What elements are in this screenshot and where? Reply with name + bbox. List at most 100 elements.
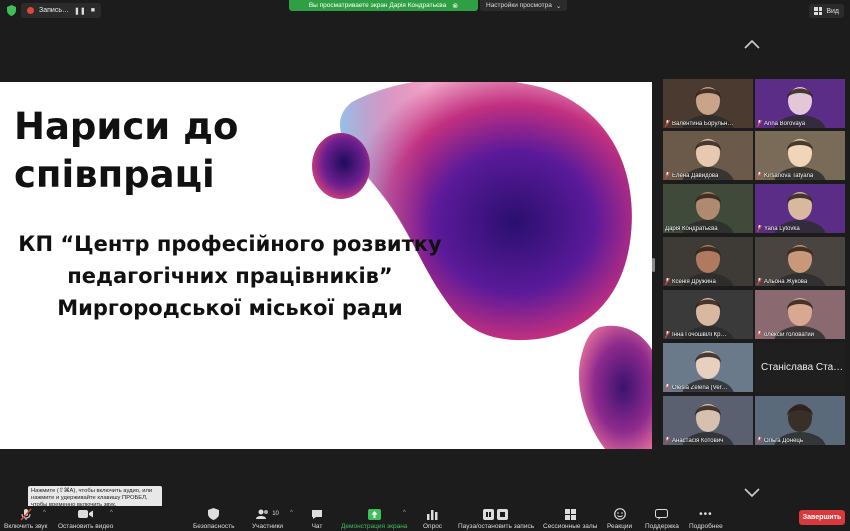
- participant-name-tag: Дарія Кондратьєва: [665, 226, 718, 232]
- record-label: Пауза/остановить запись: [458, 523, 535, 530]
- participant-tile[interactable]: Anna Borovaya: [755, 79, 845, 128]
- unmute-label: Включить звук: [4, 523, 48, 530]
- participant-name-tag: Anna Borovaya: [757, 120, 805, 127]
- muted-mic-icon: [665, 120, 670, 127]
- muted-mic-icon: [20, 507, 32, 521]
- support-label: Поддержка: [645, 523, 679, 530]
- polls-button[interactable]: Опрос: [423, 507, 442, 530]
- stop-recording-icon[interactable]: ■: [91, 7, 95, 14]
- breakout-rooms-label: Сессионные залы: [543, 523, 598, 530]
- chat-label: Чат: [311, 523, 323, 530]
- participant-name-tag: Елена Давидова: [665, 172, 718, 179]
- participant-name-tag: олексій головатий: [757, 331, 814, 338]
- video-camera-icon: [77, 507, 94, 521]
- participant-tile[interactable]: Валентина Борульн…: [663, 79, 753, 128]
- zoom-meeting-window: Запись… ❚❚ ■ Вы просматриваете экран Дар…: [0, 0, 850, 531]
- split-resize-handle[interactable]: [652, 258, 655, 272]
- participant-name: Елена Давидова: [672, 172, 719, 179]
- audio-options-caret-icon[interactable]: ^: [43, 510, 46, 516]
- chevron-down-icon[interactable]: [744, 484, 760, 502]
- recording-pill[interactable]: Запись… ❚❚ ■: [21, 3, 101, 18]
- participants-count: 10: [272, 511, 279, 517]
- muted-mic-icon: [757, 331, 762, 338]
- slide-subtitle-line-1: КП “Центр професійного розвитку: [18, 232, 442, 256]
- view-button-label: Вид: [826, 7, 839, 15]
- muted-mic-icon: [665, 331, 670, 338]
- view-button[interactable]: Вид: [809, 4, 844, 18]
- support-button[interactable]: Поддержка: [645, 507, 679, 530]
- slide-title-line-2: співпраці: [14, 153, 215, 196]
- muted-mic-icon: [757, 437, 762, 444]
- participant-tile[interactable]: Станіслава Ста…: [755, 343, 845, 392]
- participants-label: Участники: [252, 523, 284, 530]
- breakout-rooms-button[interactable]: Сессионные залы: [543, 507, 597, 530]
- share-screen-icon: [367, 507, 381, 521]
- participant-tile[interactable]: Ксенія Дружина: [663, 237, 753, 286]
- participants-caret-icon[interactable]: ^: [290, 510, 293, 516]
- participant-tile[interactable]: Kirsanova Tatyana: [755, 131, 845, 180]
- end-meeting-label: Завершить: [802, 514, 842, 521]
- recording-label: Запись…: [39, 7, 69, 14]
- participant-tile[interactable]: Olesia Zelena (Ver…: [663, 343, 753, 392]
- more-button[interactable]: ••• Подробнее: [689, 507, 723, 531]
- more-label: Подробнее: [689, 523, 723, 530]
- participant-name: олексій головатий: [764, 331, 815, 338]
- share-options-caret-icon[interactable]: ^: [403, 510, 406, 516]
- close-icon[interactable]: ⊗: [452, 2, 458, 10]
- participant-name-tag: Ксенія Дружина: [665, 278, 716, 285]
- support-chat-icon: [655, 507, 669, 521]
- participant-name-tag: Альона Жукова: [757, 278, 807, 285]
- participant-name-tag: Валентина Борульн…: [665, 120, 733, 127]
- reactions-button[interactable]: Реакции: [607, 507, 632, 530]
- participant-name: Ксенія Дружина: [672, 278, 716, 285]
- chevron-up-icon[interactable]: [744, 36, 760, 54]
- chat-button[interactable]: Чат: [311, 507, 323, 530]
- slide-subtitle-line-2: педагогічних працівників”: [67, 264, 393, 288]
- slide-subtitle-line-3: Миргородської міської ради: [57, 296, 403, 320]
- slide-title: Нариси до співпраці: [14, 103, 238, 199]
- security-button[interactable]: Безопасность: [193, 507, 234, 530]
- muted-mic-icon: [757, 120, 762, 127]
- participants-button[interactable]: 10 Участники: [252, 507, 283, 530]
- muted-mic-icon: [757, 225, 762, 232]
- shared-screen: Нариси до співпраці КП “Центр професійно…: [0, 82, 652, 449]
- view-options-dropdown[interactable]: Настройки просмотра ⌄: [480, 0, 568, 11]
- reactions-label: Реакции: [607, 523, 633, 530]
- participant-tile[interactable]: Елена Давидова: [663, 131, 753, 180]
- participant-name: Інна Гочошвілі Кр…: [672, 331, 727, 338]
- record-button[interactable]: Пауза/остановить запись: [458, 507, 534, 530]
- shield-icon: [6, 4, 17, 17]
- participant-tile[interactable]: Інна Гочошвілі Кр…: [663, 290, 753, 339]
- muted-mic-icon: [757, 278, 762, 285]
- participant-name: Ольга Донець: [764, 437, 803, 444]
- tooltip-line-2: нажмите и удерживайте клавишу ПРОБЕЛ,: [31, 495, 148, 501]
- more-dots-icon: •••: [699, 508, 713, 520]
- participant-tile[interactable]: олексій головатий: [755, 290, 845, 339]
- participant-name-tag: Анастасія Котович: [665, 437, 723, 444]
- participant-tile[interactable]: Альона Жукова: [755, 237, 845, 286]
- video-options-caret-icon[interactable]: ^: [110, 510, 113, 516]
- participant-tile[interactable]: Анастасія Котович: [663, 396, 753, 445]
- chat-bubble-icon: [311, 507, 323, 521]
- participant-name-tag: Ольга Донець: [757, 437, 803, 444]
- participant-tile[interactable]: Yana Lytovka: [755, 184, 845, 233]
- participant-tile[interactable]: Ольга Донець: [755, 396, 845, 445]
- stop-video-button[interactable]: Остановить видео: [58, 507, 113, 530]
- pause-stop-record-icon: [483, 507, 509, 521]
- participant-tile[interactable]: Дарія Кондратьєва: [663, 184, 753, 233]
- recording-indicator: Запись… ❚❚ ■: [6, 3, 101, 18]
- pause-recording-icon[interactable]: ❚❚: [74, 7, 86, 15]
- participants-icon: 10: [256, 507, 279, 521]
- polls-label: Опрос: [423, 523, 443, 530]
- share-screen-label: Демонстрация экрана: [341, 523, 408, 530]
- slide-title-line-1: Нариси до: [14, 105, 239, 148]
- participant-name: Альона Жукова: [764, 278, 808, 285]
- end-meeting-button[interactable]: Завершить: [799, 510, 845, 525]
- shield-icon: [208, 507, 220, 521]
- view-options-label: Настройки просмотра: [486, 2, 552, 9]
- share-screen-button[interactable]: Демонстрация экрана: [341, 507, 407, 530]
- participant-name-tag: Olesia Zelena (Ver…: [665, 384, 728, 391]
- record-dot-icon: [27, 7, 34, 14]
- unmute-button[interactable]: Включить звук: [4, 507, 47, 530]
- participant-name: Yana Lytovka: [764, 225, 800, 232]
